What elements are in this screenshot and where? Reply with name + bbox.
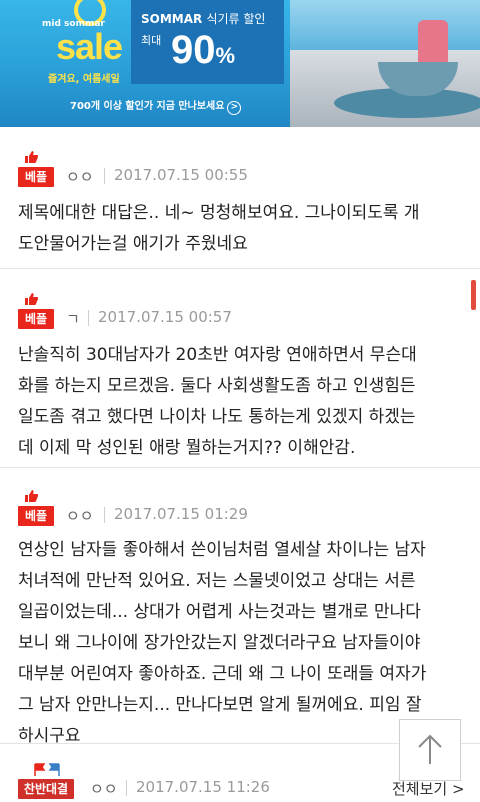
scroll-to-top-button[interactable] bbox=[399, 719, 461, 781]
banner-tagline: 즐겨요, 여름세일 bbox=[48, 74, 120, 85]
promo-box: SOMMAR 식기류 할인 최대 90% bbox=[131, 0, 284, 84]
debate-comment-badge: 찬반대결 bbox=[18, 762, 78, 802]
thumbs-up-icon bbox=[25, 151, 38, 163]
comment-date: 2017.07.15 01:29 bbox=[114, 505, 248, 523]
flags-icon bbox=[34, 763, 60, 776]
comment-author: ㅇㅇ bbox=[66, 507, 94, 525]
comment-date: 2017.07.15 00:57 bbox=[98, 308, 232, 326]
arrow-up-icon bbox=[418, 734, 442, 764]
comment-item: 베플 ㅇㅇ 2017.07.15 01:29 연상인 남자들 좋아해서 쓴이님처… bbox=[0, 468, 480, 746]
comment-item: 베플 ㄱ 2017.07.15 00:57 난솔직히 30대남자가 20초반 여… bbox=[0, 269, 480, 468]
chevron-right-icon: > bbox=[227, 101, 242, 115]
logo-sale-text: sale bbox=[56, 26, 123, 67]
best-comment-badge: 베플 bbox=[18, 489, 56, 529]
comment-date: 2017.07.15 00:55 bbox=[114, 166, 248, 184]
best-comment-badge: 베플 bbox=[18, 150, 56, 190]
comment-author: ㄱ bbox=[66, 310, 80, 328]
thumbs-up-icon bbox=[25, 293, 38, 305]
comment-item: 베플 ㅇㅇ 2017.07.15 00:55 제목에대한 대답은.. 네~ 멍청… bbox=[0, 127, 480, 269]
thumbs-up-icon bbox=[25, 490, 38, 502]
promo-brand: SOMMAR 식기류 할인 bbox=[141, 12, 266, 26]
tableware-photo bbox=[290, 0, 480, 127]
banner-cta[interactable]: 700개 이상 할인가 지금 만나보세요 > bbox=[70, 97, 242, 115]
scrollbar[interactable] bbox=[471, 280, 476, 310]
comment-body: 난솔직히 30대남자가 20초반 여자랑 연애하면서 무슨대 화를 하는지 모르겠… bbox=[18, 345, 417, 458]
comment-date: 2017.07.15 11:26 bbox=[136, 778, 270, 796]
promo-max-label: 최대 bbox=[141, 34, 162, 47]
promo-percent: 90% bbox=[171, 28, 236, 72]
comment-author: ㅇㅇ bbox=[90, 780, 118, 798]
best-comment-badge: 베플 bbox=[18, 292, 56, 332]
comment-author: ㅇㅇ bbox=[66, 168, 94, 186]
view-all-link[interactable]: 전체보기 > bbox=[392, 778, 465, 799]
sale-banner[interactable]: mid sommar sale 즐겨요, 여름세일 SOMMAR 식기류 할인 … bbox=[0, 0, 480, 127]
comment-body: 제목에대한 대답은.. 네~ 멍청해보여요. 그나이되도록 개 도안물어가는걸 애… bbox=[18, 203, 420, 254]
